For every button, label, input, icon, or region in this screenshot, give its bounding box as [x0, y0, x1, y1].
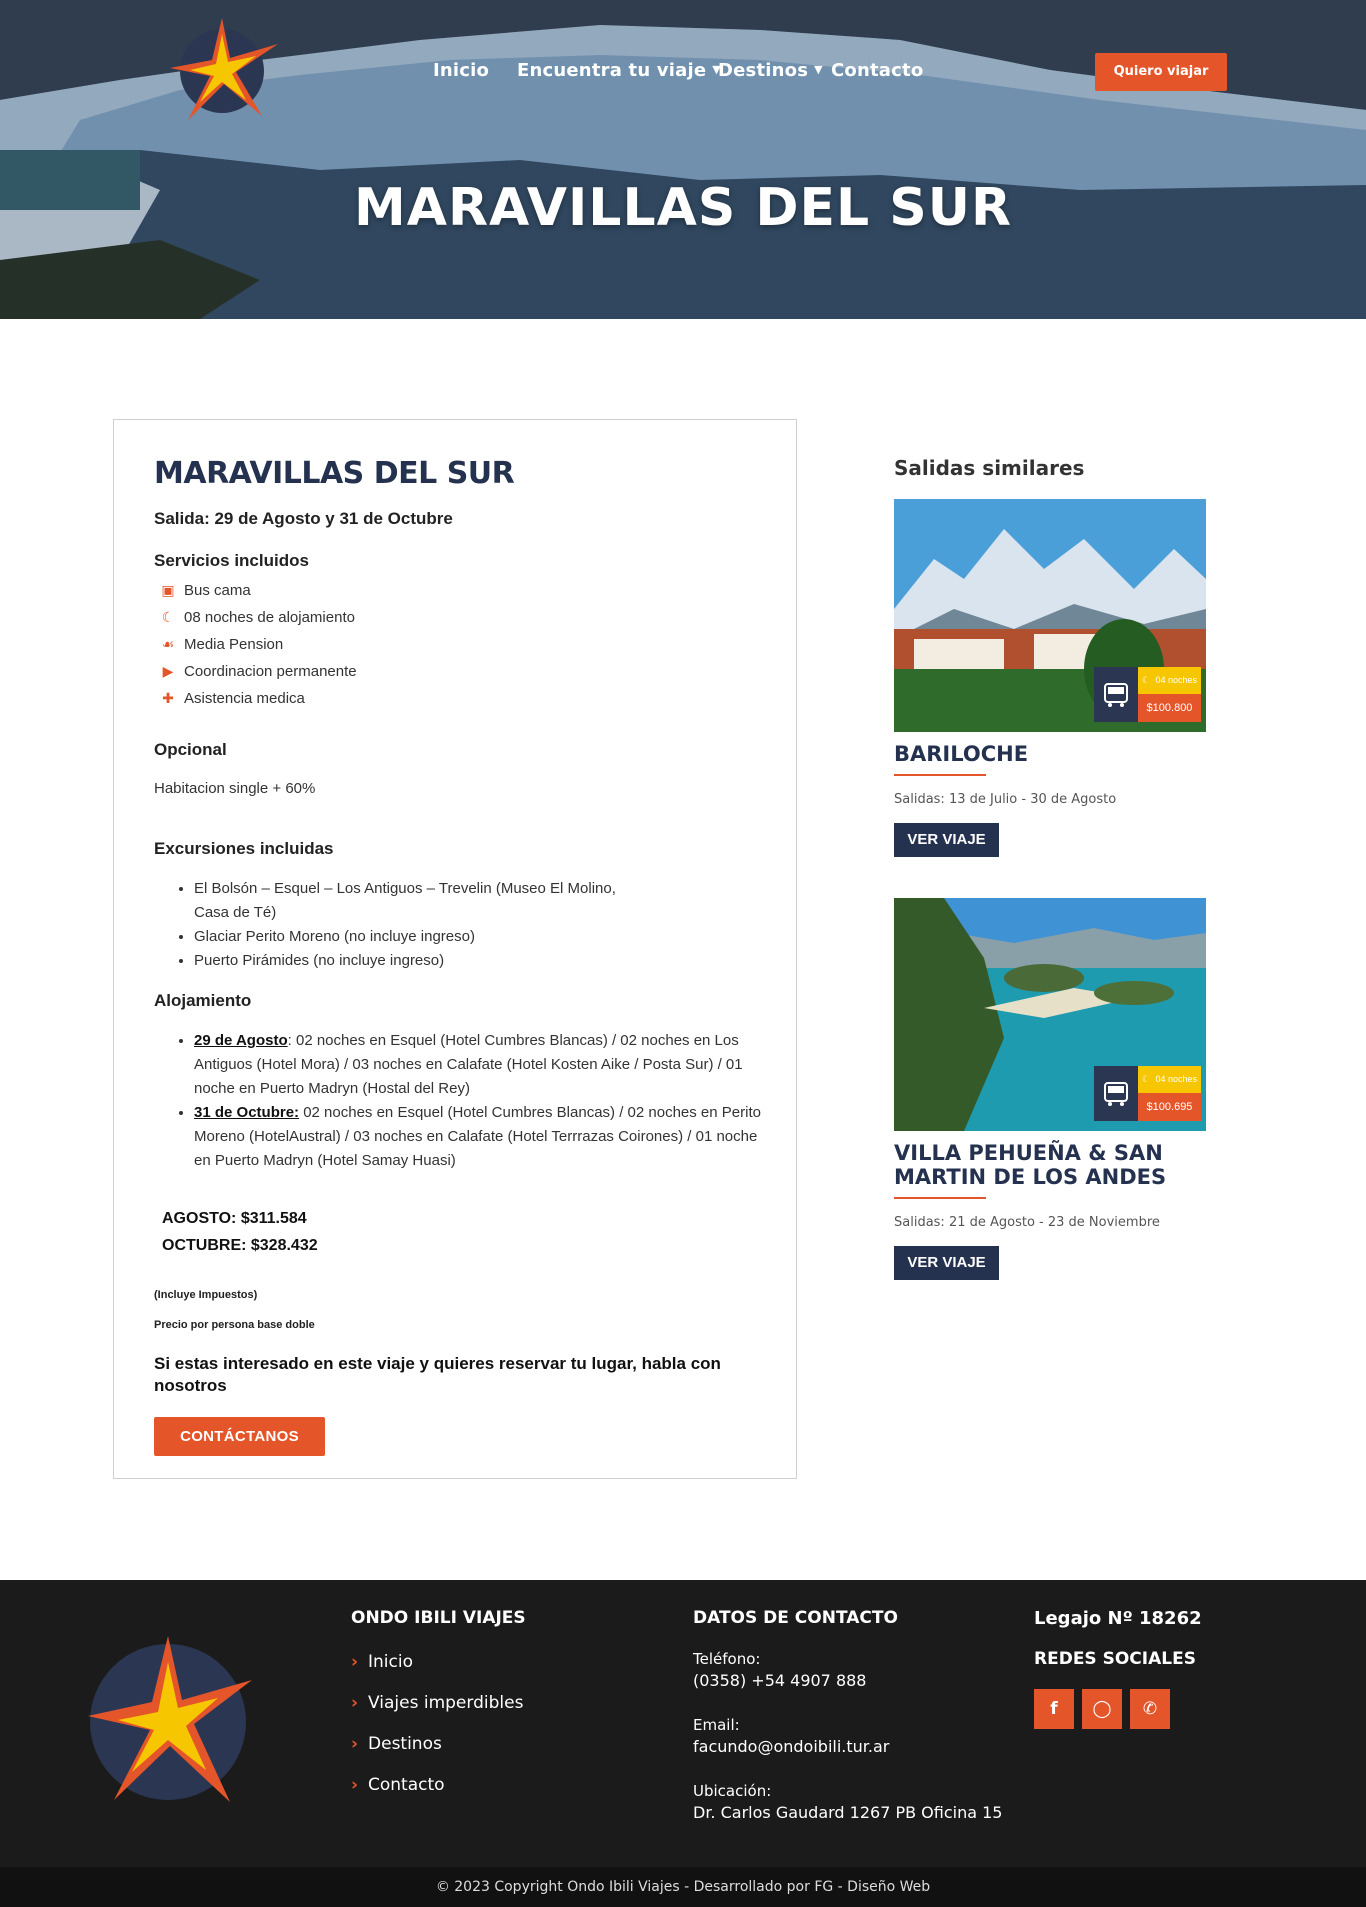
whatsapp-icon[interactable]: ✆ — [1130, 1689, 1170, 1729]
lodging-heading: Alojamiento — [154, 991, 252, 1010]
footer-contact-column: DATOS DE CONTACTO Teléfono: (0358) +54 4… — [693, 1608, 1002, 1822]
excursions-heading: Excursiones incluidas — [154, 839, 334, 858]
phone-label: Teléfono: — [693, 1650, 761, 1668]
list-item: 31 de Octubre: 02 noches en Esquel (Hote… — [194, 1101, 764, 1173]
footer-link-contacto[interactable]: › Contacto — [351, 1765, 526, 1806]
service-item: ▣ Bus cama — [154, 577, 764, 604]
bus-icon — [1094, 667, 1138, 722]
optional-text: Habitacion single + 60% — [154, 780, 316, 797]
chevron-right-icon: › — [351, 1652, 359, 1672]
service-item: ▶ Coordinacion permanente — [154, 658, 764, 685]
nights-badge: ☾ 04 noches — [1138, 1066, 1201, 1093]
lodging-list: 29 de Agosto: 02 noches en Esquel (Hotel… — [194, 1029, 764, 1173]
nav-encuentra-tu-viaje[interactable]: Encuentra tu viaje ▼ — [517, 60, 721, 81]
villa-pehuena-image[interactable]: ☾ 04 noches $100.695 — [894, 898, 1206, 1131]
trip-title: MARAVILLAS DEL SUR — [154, 456, 515, 491]
trip-detail-card: MARAVILLAS DEL SUR Salida: 29 de Agosto … — [113, 419, 797, 1479]
price-badge: $100.800 — [1138, 694, 1201, 722]
footer-link-destinos[interactable]: › Destinos — [351, 1724, 526, 1765]
service-item: ☾ 08 noches de alojamiento — [154, 604, 764, 631]
price-badge: $100.695 — [1138, 1093, 1201, 1121]
moon-icon: ☾ — [1142, 1074, 1151, 1084]
optional-heading: Opcional — [154, 740, 227, 759]
footer-links-column: ONDO IBILI VIAJES › Inicio › Viajes imperd… — [351, 1608, 526, 1806]
copyright: © 2023 Copyright Ondo Ibili Viajes - Des… — [0, 1867, 1366, 1907]
list-item: Puerto Pirámides (no incluye ingreso) — [194, 949, 634, 973]
location-label: Ubicación: — [693, 1782, 772, 1800]
chevron-down-icon: ▼ — [814, 63, 823, 76]
bariloche-image[interactable]: ☾ 04 noches $100.800 — [894, 499, 1206, 732]
trip-card-bariloche: ☾ 04 noches $100.800 BARILOCHE Salidas: 1… — [894, 499, 1206, 857]
utensils-icon: ☙ — [161, 636, 175, 652]
email-label: Email: — [693, 1716, 740, 1734]
services-heading: Servicios incluidos — [154, 551, 309, 570]
lodging-date: 31 de Octubre: — [194, 1104, 300, 1121]
price-block: AGOSTO: $311.584 OCTUBRE: $328.432 — [154, 1205, 764, 1259]
excursions-list: El Bolsón – Esquel – Los Antiguos – Trev… — [194, 877, 634, 973]
trip-dates: Salidas: 21 de Agosto - 23 de Noviembre — [894, 1215, 1160, 1230]
footer-social-column: Legajo Nº 18262 REDES SOCIALES f ◯ ✆ — [1034, 1608, 1202, 1729]
facebook-icon[interactable]: f — [1034, 1689, 1074, 1729]
price-note: Precio por persona base doble — [154, 1319, 315, 1331]
logo-icon[interactable] — [88, 1636, 254, 1802]
location-value: Dr. Carlos Gaudard 1267 PB Oficina 15 — [693, 1803, 1003, 1822]
bus-icon: ▣ — [161, 582, 175, 598]
similar-trips-heading: Salidas similares — [894, 456, 1085, 480]
list-item: El Bolsón – Esquel – Los Antiguos – Trev… — [194, 877, 634, 925]
service-item: ✚ Asistencia medica — [154, 685, 764, 712]
divider — [894, 774, 986, 776]
trip-card-villa-pehuena: ☾ 04 noches $100.695 VILLA PEHUEÑA & SAN … — [894, 898, 1206, 1280]
taxes-note: (Incluye Impuestos) — [154, 1289, 258, 1301]
instagram-icon[interactable]: ◯ — [1082, 1689, 1122, 1729]
hero-banner: Inicio Encuentra tu viaje ▼ Destinos ▼ Con… — [0, 0, 1366, 319]
social-heading: REDES SOCIALES — [1034, 1649, 1196, 1669]
nights-badge: ☾ 04 noches — [1138, 667, 1201, 694]
bus-icon — [1094, 1066, 1138, 1121]
price-august: AGOSTO: $311.584 — [162, 1210, 307, 1227]
footer-nav: › Inicio › Viajes imperdibles › Destinos › C… — [351, 1642, 526, 1806]
chevron-right-icon: › — [351, 1734, 359, 1754]
footer-link-inicio[interactable]: › Inicio — [351, 1642, 526, 1683]
chevron-right-icon: › — [351, 1775, 359, 1795]
email-value[interactable]: facundo@ondoibili.tur.ar — [693, 1737, 1002, 1756]
ver-viaje-button[interactable]: VER VIAJE — [894, 823, 999, 857]
price-october: OCTUBRE: $328.432 — [162, 1237, 318, 1254]
legajo: Legajo Nº 18262 — [1034, 1608, 1202, 1629]
phone-value[interactable]: (0358) +54 4907 888 — [693, 1671, 1002, 1690]
nav-inicio[interactable]: Inicio — [433, 60, 489, 81]
trip-name[interactable]: VILLA PEHUEÑA & SAN MARTIN DE LOS ANDES — [894, 1141, 1206, 1189]
contact-button[interactable]: CONTÁCTANOS — [154, 1417, 325, 1456]
quiero-viajar-button[interactable]: Quiero viajar — [1095, 53, 1227, 91]
megaphone-icon: ▶ — [162, 663, 174, 679]
footer: ONDO IBILI VIAJES › Inicio › Viajes imperd… — [0, 1580, 1366, 1867]
contact-question: Si estas interesado en este viaje y quie… — [154, 1354, 721, 1395]
trip-departure: Salida: 29 de Agosto y 31 de Octubre — [154, 509, 453, 528]
moon-icon: ☾ — [161, 609, 175, 625]
trip-dates: Salidas: 13 de Julio - 30 de Agosto — [894, 792, 1117, 807]
lodging-date: 29 de Agosto — [194, 1032, 288, 1049]
footer-link-viajes[interactable]: › Viajes imperdibles — [351, 1683, 526, 1724]
nav-destinos[interactable]: Destinos ▼ — [718, 60, 823, 81]
nav-contacto[interactable]: Contacto — [831, 60, 923, 81]
page-title: MARAVILLAS DEL SUR — [353, 178, 1013, 238]
footer-heading: ONDO IBILI VIAJES — [351, 1608, 526, 1628]
service-item: ☙ Media Pension — [154, 631, 764, 658]
services-list: ▣ Bus cama ☾ 08 noches de alojamiento ☙ Med… — [154, 577, 764, 712]
trip-name[interactable]: BARILOCHE — [894, 742, 1206, 766]
moon-icon: ☾ — [1142, 675, 1151, 685]
list-item: 29 de Agosto: 02 noches en Esquel (Hotel… — [194, 1029, 764, 1101]
footer-heading: DATOS DE CONTACTO — [693, 1608, 898, 1628]
social-links: f ◯ ✆ — [1034, 1689, 1202, 1729]
medical-kit-icon: ✚ — [162, 690, 174, 706]
divider — [894, 1197, 986, 1199]
list-item: Glaciar Perito Moreno (no incluye ingres… — [194, 925, 634, 949]
ver-viaje-button[interactable]: VER VIAJE — [894, 1246, 999, 1280]
chevron-right-icon: › — [351, 1693, 359, 1713]
